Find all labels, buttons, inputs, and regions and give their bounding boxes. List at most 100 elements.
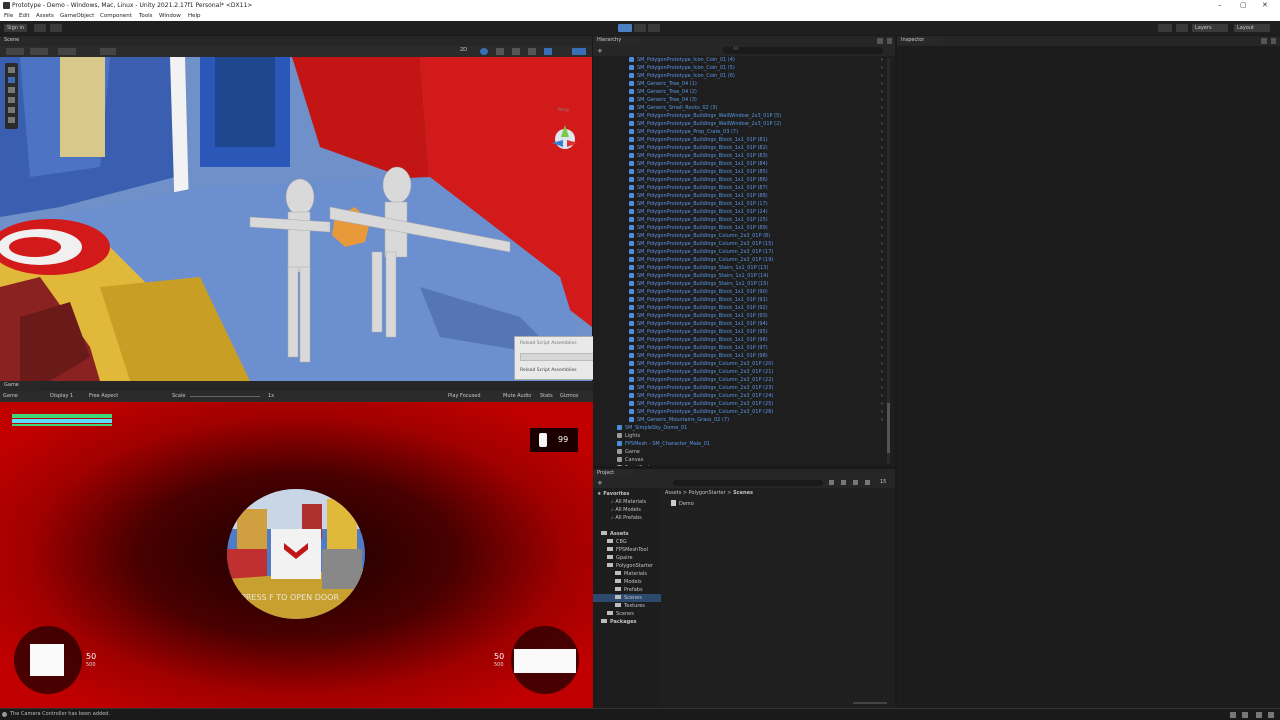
expand-arrow-icon[interactable]: › — [881, 360, 883, 368]
bake-icon[interactable] — [1256, 712, 1262, 718]
scale-tool-icon[interactable] — [8, 97, 15, 103]
expand-arrow-icon[interactable]: › — [881, 80, 883, 88]
fav-all-prefabs[interactable]: ⌕ All Prefabs — [611, 514, 642, 522]
game-display-tab[interactable]: Game — [3, 393, 18, 399]
hierarchy-item[interactable]: SM_PolygonPrototype_Buildings_Block_1x1_… — [629, 304, 768, 312]
hierarchy-item[interactable]: SM_PolygonPrototype_Buildings_Stairs_1x1… — [629, 280, 768, 288]
step-button-icon[interactable] — [648, 24, 660, 32]
menu-gameobject[interactable]: GameObject — [60, 13, 94, 19]
hierarchy-item[interactable]: SM_PolygonPrototype_Buildings_Block_1x1_… — [629, 168, 768, 176]
expand-arrow-icon[interactable]: › — [881, 240, 883, 248]
hierarchy-item[interactable]: SM_PolygonPrototype_Buildings_Block_1x1_… — [629, 176, 768, 184]
expand-arrow-icon[interactable]: › — [881, 168, 883, 176]
hidden-icon[interactable] — [528, 48, 536, 55]
cloud-icon[interactable] — [34, 24, 46, 32]
folder-cbg[interactable]: CBG — [607, 538, 627, 546]
display-dropdown[interactable]: Display 1 — [50, 393, 73, 399]
expand-arrow-icon[interactable]: › — [881, 280, 883, 288]
hierarchy-search[interactable]: All — [723, 47, 883, 54]
expand-arrow-icon[interactable]: › — [881, 136, 883, 144]
hierarchy-item[interactable]: SM_PolygonPrototype_Buildings_Column_2x3… — [629, 360, 773, 368]
folder-materials[interactable]: Materials — [615, 570, 647, 578]
hierarchy-item[interactable]: SM_PolygonPrototype_Buildings_Block_1x1_… — [629, 336, 768, 344]
lighting-icon[interactable] — [480, 48, 488, 55]
scale-slider[interactable] — [190, 396, 260, 397]
hierarchy-item[interactable]: SM_PolygonPrototype_Buildings_Block_1x1_… — [629, 136, 768, 144]
expand-arrow-icon[interactable]: › — [881, 152, 883, 160]
expand-arrow-icon[interactable]: › — [881, 288, 883, 296]
hierarchy-item[interactable]: SM_PolygonPrototype_Buildings_Stairs_1x1… — [629, 264, 768, 272]
transform-tool-icon[interactable] — [8, 117, 15, 123]
expand-arrow-icon[interactable]: › — [881, 56, 883, 64]
fx-icon[interactable] — [512, 48, 520, 55]
hierarchy-item[interactable]: SM_PolygonPrototype_Buildings_Block_1x1_… — [629, 288, 768, 296]
menu-help[interactable]: Help — [188, 13, 201, 19]
close-button[interactable]: ✕ — [1262, 1, 1268, 9]
menu-window[interactable]: Window — [159, 13, 181, 19]
scene-file-demo[interactable]: Demo — [671, 500, 694, 508]
inspector-more-icon[interactable] — [1271, 38, 1276, 44]
hierarchy-root-item[interactable]: SM_SimpleSky_Dome_01 — [617, 424, 687, 432]
console-icon[interactable] — [1230, 712, 1236, 718]
hierarchy-item[interactable]: SM_PolygonPrototype_Buildings_Block_1x1_… — [629, 192, 768, 200]
gizmos-dropdown[interactable]: Gizmos — [560, 393, 578, 399]
hierarchy-item[interactable]: SM_PolygonPrototype_Buildings_Block_1x1_… — [629, 312, 768, 320]
hierarchy-item[interactable]: SM_PolygonPrototype_Icon_Coin_01 (5) — [629, 64, 735, 72]
favorites-label[interactable]: ★ Favorites — [597, 490, 629, 498]
expand-arrow-icon[interactable]: › — [881, 272, 883, 280]
hierarchy-item[interactable]: SM_PolygonPrototype_Buildings_Column_2x3… — [629, 368, 773, 376]
expand-arrow-icon[interactable]: › — [881, 320, 883, 328]
breadcrumb-scenes[interactable]: Scenes — [733, 490, 753, 496]
expand-arrow-icon[interactable]: › — [881, 368, 883, 376]
expand-arrow-icon[interactable]: › — [881, 128, 883, 136]
gizmos-icon[interactable] — [572, 48, 586, 55]
fav-all-models[interactable]: ⌕ All Models — [611, 506, 641, 514]
rotate-tool-icon[interactable] — [8, 87, 15, 93]
history-icon[interactable] — [1158, 24, 1172, 32]
expand-arrow-icon[interactable]: › — [881, 328, 883, 336]
expand-arrow-icon[interactable]: › — [881, 64, 883, 72]
expand-arrow-icon[interactable]: › — [881, 88, 883, 96]
expand-arrow-icon[interactable]: › — [881, 160, 883, 168]
hierarchy-item[interactable]: SM_PolygonPrototype_Prop_Crate_03 (7) — [629, 128, 738, 136]
hierarchy-item[interactable]: SM_PolygonPrototype_Buildings_Column_2x3… — [629, 256, 773, 264]
hand-tool-dropdown[interactable] — [6, 48, 24, 55]
folder-scenes-selected[interactable]: Scenes — [593, 594, 661, 602]
toggle-2d-button[interactable]: 2D — [460, 47, 467, 53]
hierarchy-item[interactable]: SM_Generic_Mountains_Grass_02 (7) — [629, 416, 729, 424]
stats-toggle[interactable]: Stats — [540, 393, 553, 399]
hierarchy-scrollbar[interactable] — [887, 58, 890, 464]
hierarchy-item[interactable]: SM_PolygonPrototype_Buildings_Block_1x1_… — [629, 184, 768, 192]
camera-icon[interactable] — [544, 48, 552, 55]
hierarchy-item[interactable]: SM_PolygonPrototype_Buildings_Stairs_1x1… — [629, 272, 768, 280]
filter-label-icon[interactable] — [841, 480, 846, 485]
add-icon[interactable]: + — [597, 47, 603, 55]
hierarchy-item[interactable]: SM_PolygonPrototype_Buildings_Block_1x1_… — [629, 200, 768, 208]
hierarchy-item[interactable]: SM_PolygonPrototype_Buildings_Column_2x3… — [629, 384, 773, 392]
hierarchy-item[interactable]: SM_PolygonPrototype_Buildings_Column_2x3… — [629, 248, 773, 256]
hierarchy-item[interactable]: SM_PolygonPrototype_Buildings_Block_1x1_… — [629, 296, 768, 304]
tab-project[interactable]: Project — [593, 469, 633, 478]
icon-size-slider[interactable] — [853, 702, 887, 704]
play-button-icon[interactable] — [618, 24, 632, 32]
hand-tool-icon[interactable] — [8, 67, 15, 73]
tab-inspector[interactable]: Inspector — [897, 36, 941, 45]
expand-arrow-icon[interactable]: › — [881, 72, 883, 80]
expand-arrow-icon[interactable]: › — [881, 336, 883, 344]
layers-dropdown[interactable]: Layers — [1192, 24, 1228, 32]
tab-scene[interactable]: Scene — [0, 36, 40, 45]
hierarchy-root-item[interactable]: FPSMesh - SM_Character_Male_01 — [617, 440, 710, 448]
lock-icon[interactable] — [877, 38, 883, 44]
sign-in-button[interactable]: Sign in — [4, 24, 28, 32]
hierarchy-item[interactable]: SM_PolygonPrototype_Buildings_WallWindow… — [629, 120, 781, 128]
layout-dropdown[interactable]: Layout — [1234, 24, 1270, 32]
expand-arrow-icon[interactable]: › — [881, 256, 883, 264]
folder-polygonstarter[interactable]: PolygonStarter — [607, 562, 653, 570]
folder-models[interactable]: Models — [615, 578, 642, 586]
inspector-lock-icon[interactable] — [1261, 38, 1267, 44]
expand-arrow-icon[interactable]: › — [881, 184, 883, 192]
expand-arrow-icon[interactable]: › — [881, 176, 883, 184]
hierarchy-item[interactable]: SM_PolygonPrototype_Buildings_Block_1x1_… — [629, 328, 768, 336]
play-focused-dropdown[interactable]: Play Focused — [448, 393, 481, 399]
folder-gpaire[interactable]: Gpaire — [607, 554, 633, 562]
